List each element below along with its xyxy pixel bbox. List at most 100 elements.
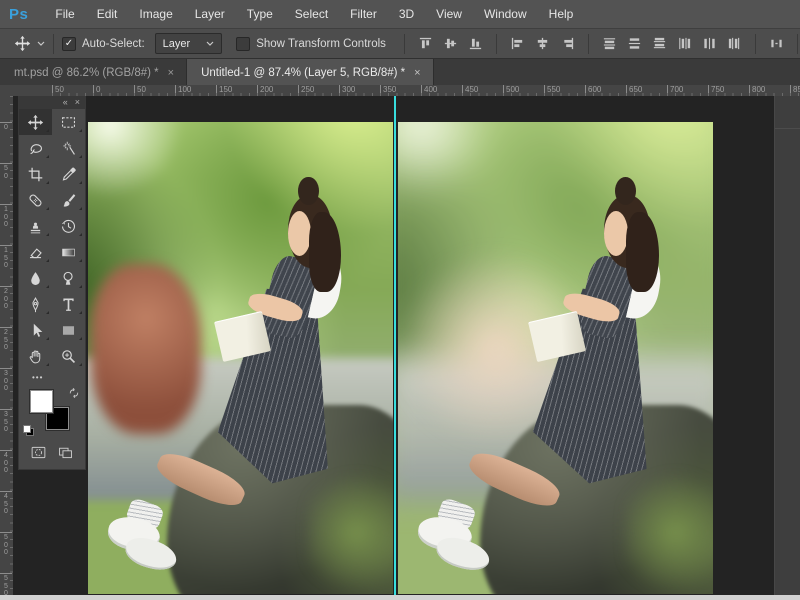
menu-3d[interactable]: 3D (388, 0, 425, 28)
vruler-label: 2 5 0 (0, 327, 12, 352)
document-image-original[interactable] (88, 122, 393, 594)
default-colors-icon[interactable] (23, 425, 34, 436)
zoom-tool[interactable] (52, 343, 85, 369)
tab-label: mt.psd @ 86.2% (RGB/8#) * (14, 67, 159, 79)
eyedropper-tool-icon (60, 166, 77, 183)
pen-tool[interactable] (19, 291, 52, 317)
dodge-tool-icon (60, 270, 77, 287)
collapse-panel-icon[interactable]: « (63, 96, 68, 109)
spot-healing-brush-tool-icon (27, 192, 44, 209)
align-left-edges-icon[interactable] (510, 36, 525, 51)
clone-stamp-tool[interactable] (19, 213, 52, 239)
menu-window[interactable]: Window (473, 0, 538, 28)
hruler-label: 100 (175, 85, 191, 95)
align-horizontal-centers-icon[interactable] (535, 36, 550, 51)
swap-colors-icon[interactable] (68, 387, 80, 399)
vruler-label: 5 0 (0, 163, 12, 180)
distribute-left-edges-icon[interactable] (677, 36, 692, 51)
hruler-label: 750 (708, 85, 724, 95)
close-tab-icon[interactable]: × (414, 67, 420, 79)
menu-filter[interactable]: Filter (339, 0, 388, 28)
menu-type[interactable]: Type (236, 0, 284, 28)
blur-tool-icon (27, 270, 44, 287)
vertical-ruler[interactable]: 05 01 0 01 5 02 0 02 5 03 0 03 5 04 0 04… (0, 96, 14, 595)
menu-image[interactable]: Image (128, 0, 183, 28)
chevron-down-icon (206, 41, 214, 47)
menu-file[interactable]: File (44, 0, 85, 28)
menu-layer[interactable]: Layer (184, 0, 236, 28)
document-tab-2[interactable]: Untitled-1 @ 87.4% (Layer 5, RGB/8#) * × (187, 59, 434, 87)
photo-layer-face (288, 211, 311, 256)
menu-select[interactable]: Select (284, 0, 339, 28)
magic-wand-tool[interactable] (52, 135, 85, 161)
quick-mask-mode-icon[interactable] (30, 444, 47, 461)
auto-select-checkbox[interactable]: ✓ (62, 37, 76, 51)
tab-label: Untitled-1 @ 87.4% (Layer 5, RGB/8#) * (201, 67, 405, 79)
window-bottom-edge (0, 595, 800, 600)
eyedropper-tool[interactable] (52, 161, 85, 187)
show-transform-controls-checkbox[interactable] (236, 37, 250, 51)
canvas-area[interactable]: « × ••• (13, 96, 800, 595)
type-tool[interactable] (52, 291, 85, 317)
move-tool[interactable] (19, 109, 52, 135)
align-icons-group (413, 34, 800, 54)
lasso-tool[interactable] (19, 135, 52, 161)
document-tab-1[interactable]: mt.psd @ 86.2% (RGB/8#) * × (0, 59, 187, 87)
path-selection-tool[interactable] (19, 317, 52, 343)
photo-blurred-background[interactable] (398, 122, 713, 594)
distribute-vertical-centers-icon[interactable] (627, 36, 642, 51)
layer-select-dropdown[interactable]: Layer (155, 33, 223, 54)
distribute-horizontal-centers-icon[interactable] (702, 36, 717, 51)
foreground-color-swatch[interactable] (30, 390, 53, 413)
vruler-label: 1 5 0 (0, 245, 12, 270)
close-tab-icon[interactable]: × (168, 67, 174, 79)
eraser-tool[interactable] (19, 239, 52, 265)
align-vertical-centers-icon[interactable] (443, 36, 458, 51)
crop-tool-icon (27, 166, 44, 183)
screen-mode-icon[interactable] (57, 444, 74, 461)
photo-layer-bun (615, 177, 636, 205)
separator (755, 34, 756, 54)
distribute-right-edges-icon[interactable] (727, 36, 742, 51)
crop-tool[interactable] (19, 161, 52, 187)
photo-original[interactable] (88, 122, 393, 594)
tool-preset-chevron-icon[interactable] (37, 41, 45, 47)
hruler-label: 350 (380, 85, 396, 95)
spot-healing-brush-tool[interactable] (19, 187, 52, 213)
distribute-bottom-edges-icon[interactable] (652, 36, 667, 51)
hruler-label: 200 (257, 85, 273, 95)
separator (797, 34, 798, 54)
document-image-blurred[interactable] (398, 122, 713, 594)
align-top-edges-icon[interactable] (418, 36, 433, 51)
distribute-spacing-icon[interactable] (769, 36, 784, 51)
menu-edit[interactable]: Edit (86, 0, 129, 28)
gradient-tool[interactable] (52, 239, 85, 265)
rectangular-marquee-tool-icon (60, 114, 77, 131)
rectangular-marquee-tool[interactable] (52, 109, 85, 135)
menu-view[interactable]: View (425, 0, 473, 28)
align-bottom-edges-icon[interactable] (468, 36, 483, 51)
guide-line[interactable] (394, 96, 396, 595)
close-panel-icon[interactable]: × (75, 96, 80, 109)
zoom-tool-icon (60, 348, 77, 365)
rectangle-tool[interactable] (52, 317, 85, 343)
dodge-tool[interactable] (52, 265, 85, 291)
menu-items: FileEditImageLayerTypeSelectFilter3DView… (44, 0, 584, 28)
type-tool-icon (60, 296, 77, 313)
menu-bar: Ps FileEditImageLayerTypeSelectFilter3DV… (0, 0, 800, 29)
move-tool-icon[interactable] (14, 35, 31, 52)
hand-tool[interactable] (19, 343, 52, 369)
tools-grid (19, 109, 85, 369)
brush-tool[interactable] (52, 187, 85, 213)
menu-help[interactable]: Help (538, 0, 585, 28)
blur-tool[interactable] (19, 265, 52, 291)
distribute-top-edges-icon[interactable] (602, 36, 617, 51)
edit-toolbar-button[interactable]: ••• (19, 369, 85, 385)
hruler-label: 250 (298, 85, 314, 95)
photo-layer-moss (308, 462, 393, 594)
history-brush-tool[interactable] (52, 213, 85, 239)
vruler-label: 0 (0, 122, 12, 132)
hruler-label: 50 (52, 85, 64, 95)
align-right-edges-icon[interactable] (560, 36, 575, 51)
tools-panel-bottom (19, 439, 85, 469)
